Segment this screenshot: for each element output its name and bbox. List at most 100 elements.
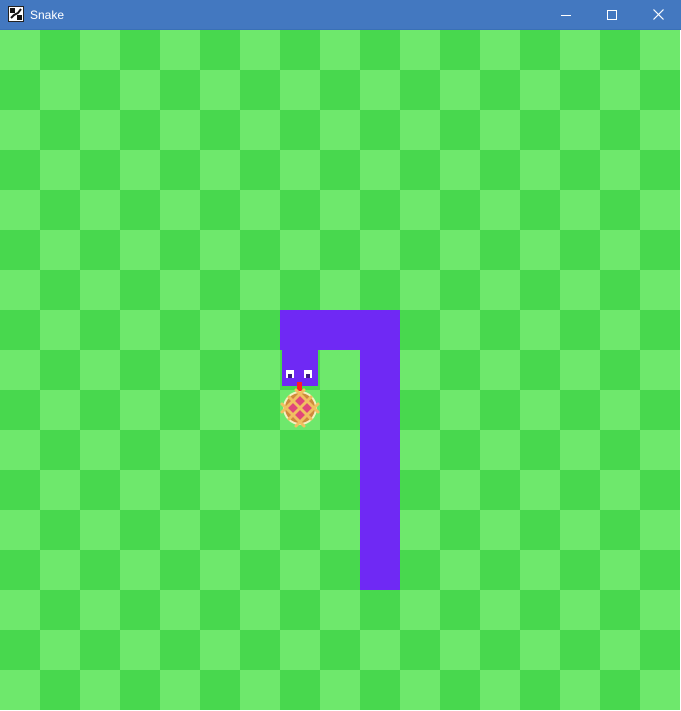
board-tile [40,70,80,110]
board-tile [640,630,680,670]
board-tile [520,110,560,150]
board-tile [200,230,240,270]
board-tile [40,230,80,270]
board-tile [560,270,600,310]
board-tile [440,390,480,430]
board-tile [80,310,120,350]
board-tile [200,30,240,70]
board-tile [600,150,640,190]
board-tile [640,230,680,270]
board-tile [560,590,600,630]
board-tile [0,350,40,390]
board-tile [600,230,640,270]
board-tile [320,390,360,430]
board-tile [400,150,440,190]
board-tile [440,310,480,350]
snake-window: Snake [0,0,681,711]
board-tile [0,270,40,310]
board-tile [360,670,400,710]
board-tile [40,470,80,510]
board-tile [520,430,560,470]
board-tile [280,510,320,550]
title-bar[interactable]: Snake [0,0,681,30]
board-tile [360,630,400,670]
board-tile [320,670,360,710]
board-tile [480,270,520,310]
board-tile [240,470,280,510]
board-tile [600,670,640,710]
close-icon [652,9,664,20]
board-tile [440,110,480,150]
board-tile [160,430,200,470]
board-tile [640,190,680,230]
board-tile [280,190,320,230]
board-tile [520,150,560,190]
snake-pupil [306,374,310,378]
board-tile [0,470,40,510]
board-tile [0,30,40,70]
board-tile [320,350,360,390]
board-tile [320,230,360,270]
board-tile [80,270,120,310]
board-tile [160,190,200,230]
board-tile [240,70,280,110]
game-board-canvas [0,30,680,710]
board-tile [600,550,640,590]
board-tile [640,110,680,150]
board-tile [240,510,280,550]
board-tile [520,470,560,510]
board-tile [0,230,40,270]
board-tile [160,30,200,70]
board-tile [520,590,560,630]
board-tile [560,390,600,430]
board-tile [600,30,640,70]
board-tile [400,630,440,670]
snake-segment [280,310,320,350]
board-tile [40,270,80,310]
board-tile [80,30,120,70]
board-tile [80,590,120,630]
board-tile [280,150,320,190]
board-tile [160,670,200,710]
board-tile [280,30,320,70]
maximize-button[interactable] [589,0,635,29]
board-tile [0,310,40,350]
board-tile [600,270,640,310]
game-board[interactable] [0,30,681,711]
board-tile [200,70,240,110]
board-tile [480,150,520,190]
board-tile [0,70,40,110]
board-tile [480,230,520,270]
board-tile [200,670,240,710]
board-tile [240,430,280,470]
board-tile [120,670,160,710]
board-tile [80,510,120,550]
board-tile [480,350,520,390]
board-tile [240,110,280,150]
board-tile [240,590,280,630]
board-tile [0,630,40,670]
board-tile [400,190,440,230]
board-tile [160,510,200,550]
board-tile [0,430,40,470]
minimize-button[interactable] [543,0,589,29]
board-tile [440,70,480,110]
board-tile [0,590,40,630]
board-tile [80,230,120,270]
board-tile [240,550,280,590]
board-tile [80,550,120,590]
board-tile [480,110,520,150]
snake-app-icon [8,6,24,22]
board-tile [120,190,160,230]
board-tile [0,510,40,550]
board-tile [80,190,120,230]
board-tile [440,550,480,590]
board-tile [600,190,640,230]
board-tile [560,670,600,710]
board-tile [160,630,200,670]
board-tile [120,630,160,670]
close-button[interactable] [635,0,681,29]
snake-segment [360,470,400,510]
board-tile [520,510,560,550]
board-tile [640,550,680,590]
